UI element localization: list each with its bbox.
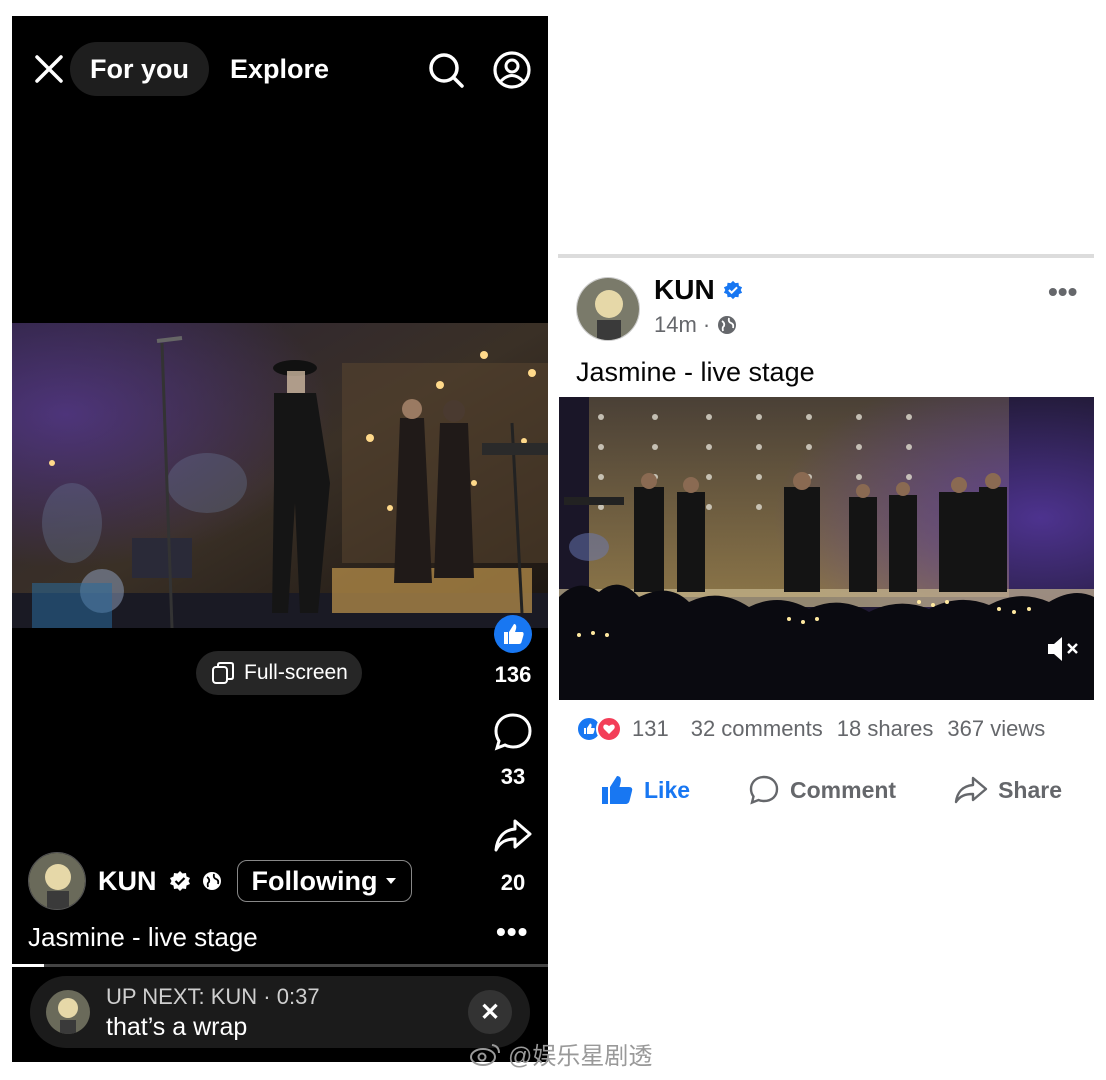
- shares-count[interactable]: 18 shares: [837, 716, 934, 742]
- share-action[interactable]: 20: [478, 816, 548, 896]
- post-author-name: KUN: [654, 274, 715, 305]
- post-caption: Jasmine - live stage: [576, 357, 815, 387]
- globe-icon: [202, 872, 221, 890]
- tab-for-you[interactable]: For you: [70, 42, 209, 96]
- weibo-logo-icon: [470, 1043, 500, 1066]
- up-next-title: UP NEXT: KUN · 0:37: [106, 984, 320, 1009]
- like-label: Like: [644, 776, 691, 803]
- profile-icon[interactable]: [492, 50, 532, 90]
- post-time[interactable]: 14m ·: [654, 312, 710, 338]
- views-count: 367 views: [947, 716, 1046, 741]
- reel-screen: For you Explore Full-screen 136 33 20 KU…: [12, 16, 548, 1062]
- reel-author: KUN Following: [28, 852, 413, 910]
- post-more-options-icon[interactable]: •••: [1048, 276, 1077, 308]
- verified-badge-icon: [169, 871, 190, 891]
- reaction-count[interactable]: 131: [632, 716, 669, 742]
- like-action[interactable]: 136: [478, 614, 548, 688]
- like-thumb-icon: [494, 615, 532, 653]
- share-arrow-icon: [494, 819, 532, 852]
- comment-count: 33: [500, 764, 526, 789]
- muted-speaker-icon[interactable]: [1046, 634, 1080, 664]
- comment-label: Comment: [790, 776, 897, 803]
- fullscreen-button[interactable]: Full-screen: [196, 651, 362, 695]
- post-actions: Like Comment Share: [576, 770, 1086, 810]
- share-arrow-icon: [954, 776, 988, 804]
- following-label: Following: [251, 865, 378, 896]
- following-button[interactable]: Following: [236, 860, 413, 902]
- post-meta: 14m ·: [654, 312, 738, 338]
- comment-bubble-icon: [749, 775, 779, 805]
- watermark-text: @娱乐星剧透: [508, 1043, 653, 1070]
- tab-explore[interactable]: Explore: [230, 54, 329, 85]
- avatar[interactable]: [576, 277, 640, 341]
- author-name[interactable]: KUN: [98, 866, 157, 897]
- reel-video[interactable]: [12, 323, 548, 628]
- like-count: 136: [494, 662, 532, 687]
- up-next-avatar: [46, 990, 90, 1034]
- up-next-card[interactable]: UP NEXT: KUN · 0:37 that’s a wrap ✕: [30, 976, 530, 1048]
- close-icon: ✕: [479, 998, 501, 1026]
- close-icon[interactable]: [32, 52, 66, 86]
- up-next-text: that’s a wrap: [106, 1013, 248, 1041]
- comments-count[interactable]: 32 comments: [691, 716, 823, 742]
- verified-badge-icon: [723, 280, 742, 300]
- reel-caption: Jasmine - live stage: [28, 922, 258, 952]
- post-author[interactable]: KUN: [654, 274, 743, 306]
- chevron-down-icon: [386, 878, 397, 884]
- watermark: @娱乐星剧透: [470, 1036, 652, 1071]
- search-icon[interactable]: [426, 50, 466, 90]
- concert-video-frame: [559, 397, 1094, 700]
- like-thumb-icon: [602, 776, 633, 804]
- share-button[interactable]: Share: [930, 775, 1086, 805]
- up-next-close-button[interactable]: ✕: [468, 990, 512, 1034]
- concert-video-frame: [12, 323, 548, 628]
- love-reaction-icon: [596, 716, 622, 742]
- comment-action[interactable]: 33: [478, 712, 548, 790]
- avatar[interactable]: [28, 852, 86, 910]
- post-stats: 131 32 comments 18 shares 367 views: [576, 714, 1086, 744]
- comment-button[interactable]: Comment: [724, 774, 920, 806]
- reel-topbar: For you Explore: [12, 16, 548, 126]
- fullscreen-label: Full-screen: [244, 661, 348, 684]
- fullscreen-icon: [212, 662, 234, 684]
- post-video[interactable]: [559, 397, 1094, 700]
- like-button[interactable]: Like: [576, 774, 714, 806]
- feed-divider: [558, 254, 1094, 258]
- share-count: 20: [500, 870, 526, 895]
- globe-icon: [718, 316, 737, 334]
- avatar-image: [46, 990, 90, 1034]
- avatar-image: [29, 853, 85, 909]
- comment-bubble-icon: [494, 713, 532, 751]
- engagement-counts: 32 comments 18 shares 367 views: [691, 716, 1046, 742]
- more-options-icon[interactable]: •••: [496, 916, 528, 948]
- avatar-image: [577, 278, 639, 340]
- share-label: Share: [998, 776, 1062, 803]
- video-progress-fill: [12, 964, 45, 967]
- video-progress-bar[interactable]: [12, 964, 548, 967]
